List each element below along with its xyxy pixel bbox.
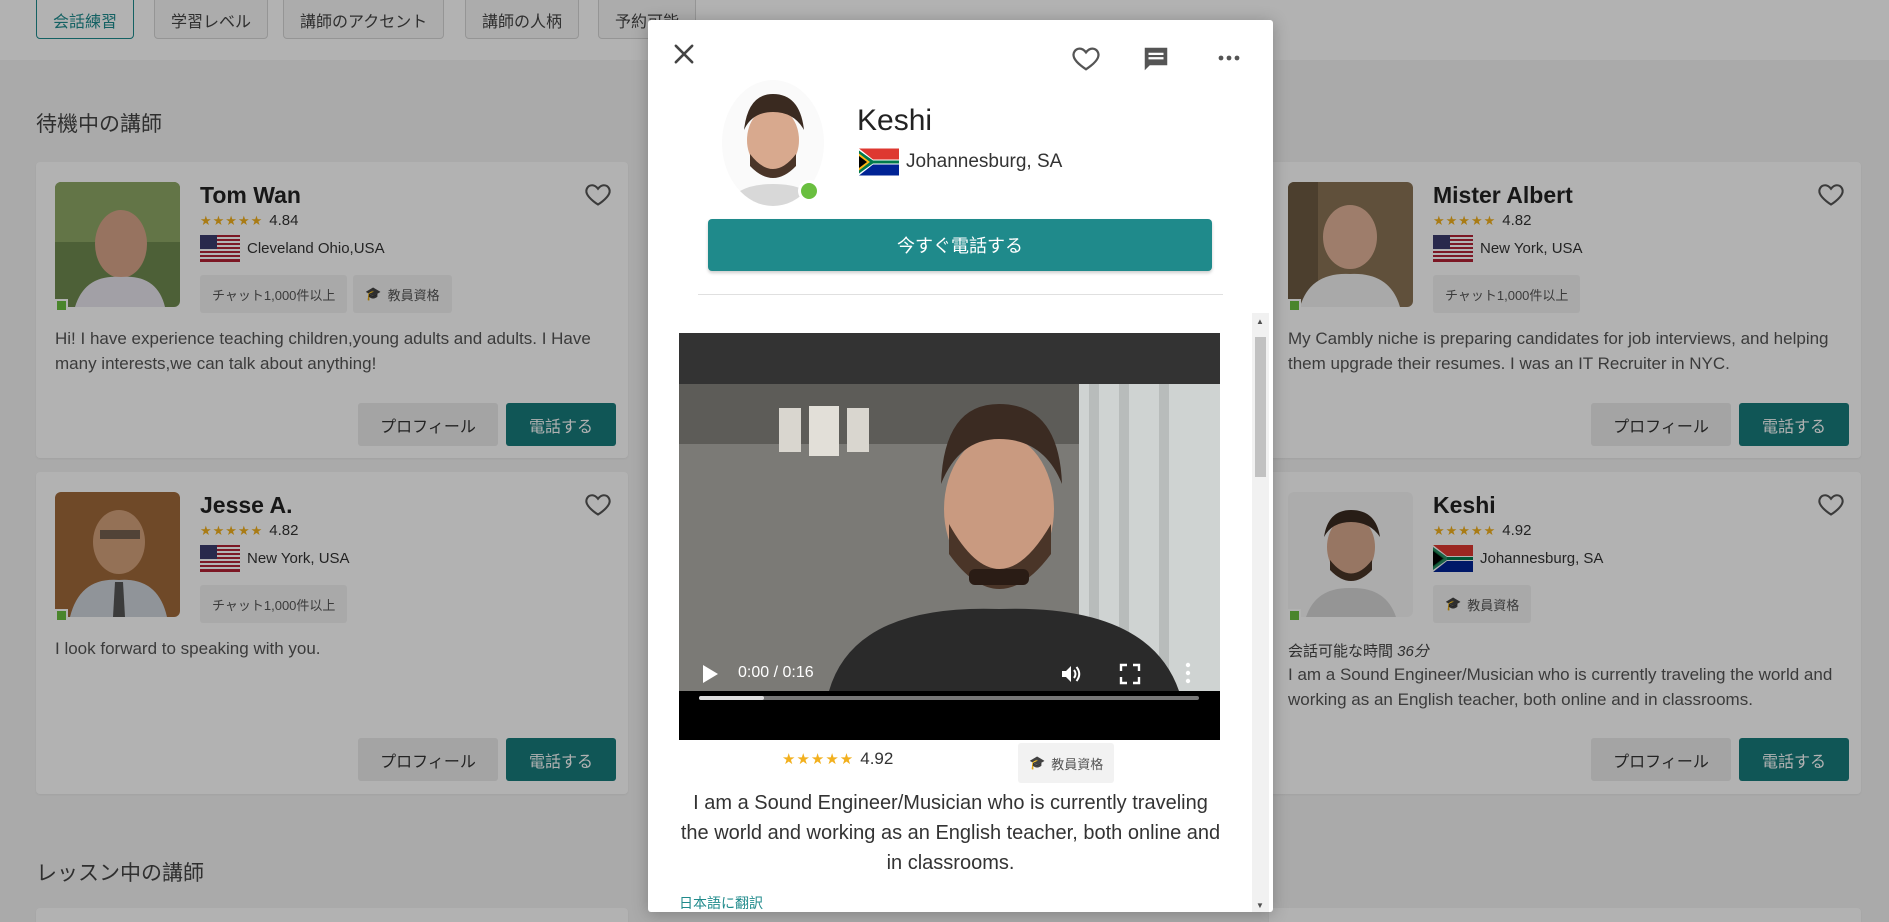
divider bbox=[698, 294, 1223, 295]
scroll-up-arrow[interactable]: ▲ bbox=[1256, 317, 1264, 326]
za-flag-icon bbox=[859, 148, 899, 176]
more-icon[interactable] bbox=[1216, 48, 1242, 68]
scroll-down-arrow[interactable]: ▼ bbox=[1256, 901, 1264, 910]
close-icon[interactable] bbox=[670, 40, 698, 68]
tutor-name: Keshi bbox=[857, 104, 933, 137]
scrollbar[interactable]: ▲ ▼ bbox=[1252, 313, 1269, 912]
badge-label: 教員資格 bbox=[1051, 756, 1104, 772]
teacher-cert-badge: 🎓 教員資格 bbox=[1018, 743, 1115, 783]
heart-icon[interactable] bbox=[1071, 43, 1101, 73]
video-frame[interactable] bbox=[679, 384, 1220, 691]
online-indicator bbox=[798, 180, 820, 202]
intro-video[interactable]: 0:00 / 0:16 bbox=[679, 333, 1220, 740]
video-progress-bar[interactable] bbox=[699, 696, 1199, 700]
video-letterbox bbox=[679, 333, 1220, 384]
play-icon[interactable] bbox=[701, 664, 719, 684]
fullscreen-icon[interactable] bbox=[1119, 663, 1141, 685]
video-more-icon[interactable] bbox=[1185, 661, 1191, 685]
modal-scroll-area[interactable]: 0:00 / 0:16 ★★★★★ 4.92 🎓 教員資格 I am a Sound… bbox=[648, 313, 1273, 912]
tutor-location: Johannesburg, SA bbox=[859, 148, 1062, 176]
star-rating-icon: ★★★★★ bbox=[782, 751, 855, 768]
graduation-cap-icon: 🎓 bbox=[1029, 755, 1046, 770]
chat-icon[interactable] bbox=[1141, 44, 1171, 74]
call-now-button[interactable]: 今すぐ電話する bbox=[708, 219, 1212, 271]
tutor-profile-modal: Keshi Johannesburg, SA 今すぐ電話する 0:00 / 0:… bbox=[648, 20, 1273, 912]
video-controls: 0:00 / 0:16 bbox=[679, 651, 1220, 740]
video-progress-fill bbox=[699, 696, 764, 700]
rating-value: 4.92 bbox=[860, 749, 894, 768]
tutor-bio: I am a Sound Engineer/Musician who is cu… bbox=[680, 792, 1221, 874]
location-text: Johannesburg, SA bbox=[906, 151, 1063, 172]
volume-icon[interactable] bbox=[1059, 662, 1083, 686]
tutor-rating: ★★★★★ 4.92 bbox=[782, 749, 893, 769]
translate-link[interactable]: 日本語に翻訳 bbox=[679, 893, 763, 912]
scrollbar-thumb[interactable] bbox=[1255, 337, 1266, 477]
video-time: 0:00 / 0:16 bbox=[738, 664, 814, 681]
